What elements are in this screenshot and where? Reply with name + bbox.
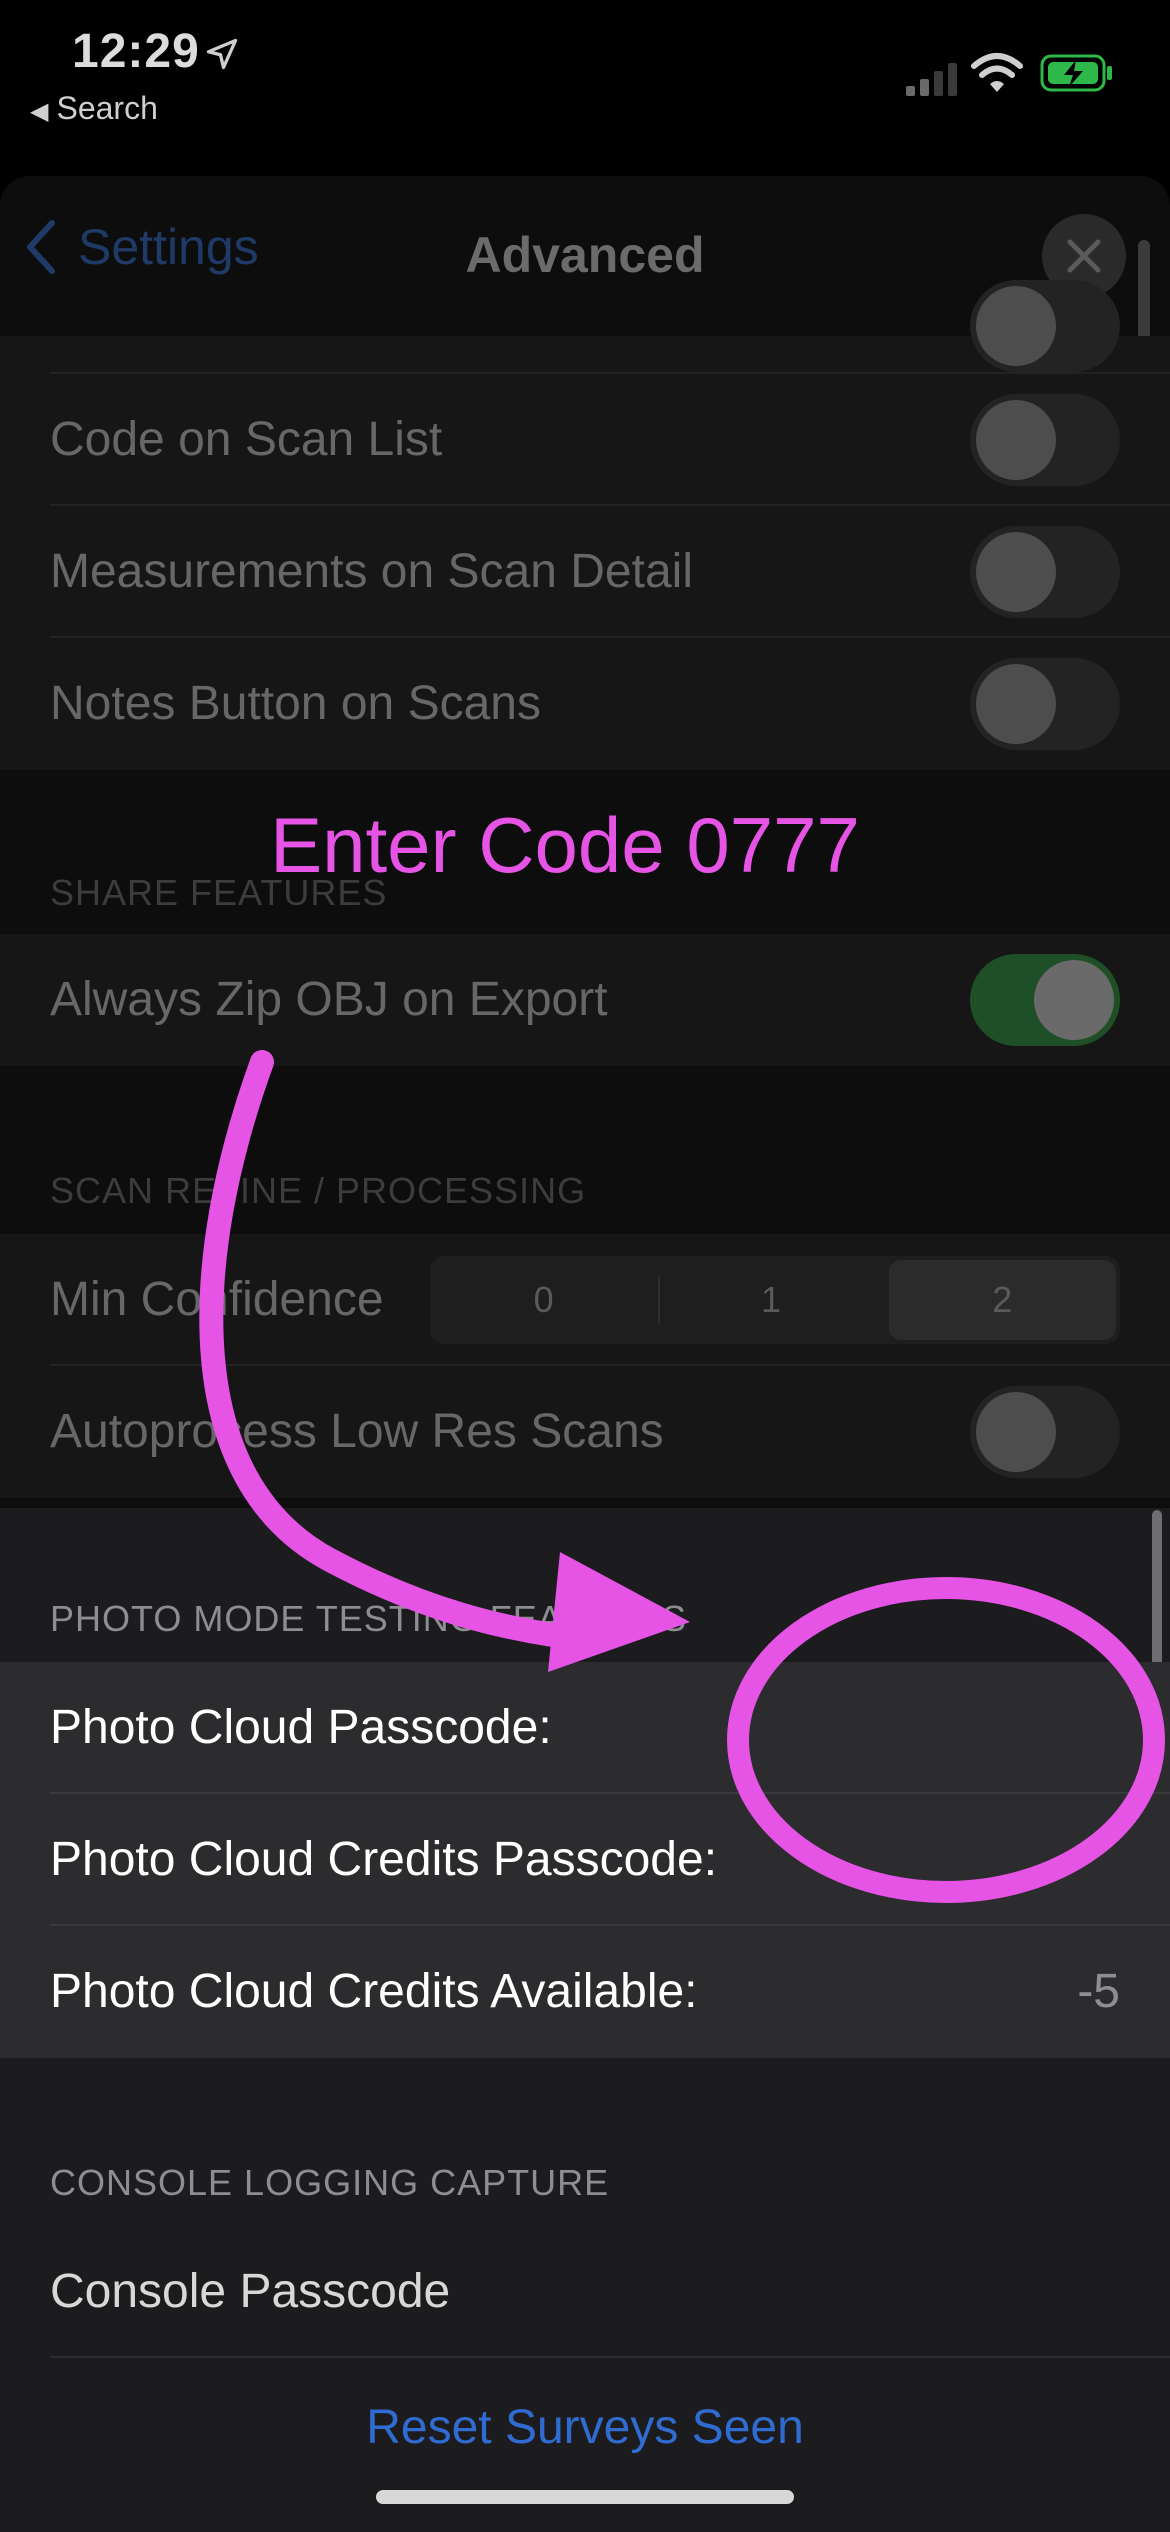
always-zip-obj-toggle[interactable] — [970, 954, 1120, 1046]
credits-available-value: -5 — [1077, 1965, 1120, 2018]
row-label: Code on Scan List — [50, 413, 443, 466]
section-header-photo-mode: PHOTO MODE TESTING FEATURES — [50, 1598, 688, 1639]
segment-2-selected[interactable]: 2 — [888, 1260, 1116, 1340]
section-header-scan-refine: SCAN REFINE / PROCESSING — [50, 1170, 587, 1211]
measurements-toggle[interactable] — [970, 526, 1120, 618]
row-label: Photo Cloud Credits Passcode: — [50, 1833, 718, 1886]
annotation-text: Enter Code 0777 — [270, 801, 860, 889]
back-triangle-icon: ◀ — [30, 98, 49, 125]
status-bar: 12:29 ◀ Search — [0, 0, 1170, 150]
page-title: Advanced — [465, 227, 705, 283]
row-label: Autoprocess Low Res Scans — [50, 1405, 664, 1458]
reset-surveys-seen-button[interactable]: Reset Surveys Seen — [0, 2400, 1170, 2455]
status-time: 12:29 — [72, 25, 200, 78]
row-photo-cloud-passcode[interactable]: Photo Cloud Passcode: — [0, 1662, 1170, 1794]
back-app-label: Search — [56, 90, 158, 126]
row-always-zip-obj: Always Zip OBJ on Export — [0, 934, 1170, 1066]
cellular-signal-icon — [906, 63, 957, 96]
row-console-passcode[interactable]: Console Passcode — [0, 2226, 1170, 2358]
row-label: Photo Cloud Passcode: — [50, 1701, 552, 1754]
segment-0[interactable]: 0 — [430, 1256, 657, 1344]
segment-1[interactable]: 1 — [657, 1256, 884, 1344]
segment-divider — [658, 1276, 660, 1324]
autoprocess-toggle[interactable] — [970, 1386, 1120, 1478]
close-icon — [1067, 239, 1101, 273]
row-label: Notes Button on Scans — [50, 677, 541, 730]
list-item-partial — [0, 280, 1170, 374]
row-code-on-scan-list: Code on Scan List — [0, 374, 1170, 506]
min-confidence-segmented-control: 0 1 2 — [430, 1256, 1120, 1344]
partial-toggle[interactable] — [970, 280, 1120, 372]
row-photo-cloud-credits-available: Photo Cloud Credits Available: -5 — [0, 1926, 1170, 2058]
notes-button-toggle[interactable] — [970, 658, 1120, 750]
row-notes-button-on-scans: Notes Button on Scans — [0, 638, 1170, 770]
row-label: Measurements on Scan Detail — [50, 545, 693, 598]
row-measurements-on-scan-detail: Measurements on Scan Detail — [0, 506, 1170, 638]
wifi-icon — [971, 53, 1023, 92]
row-label: Photo Cloud Credits Available: — [50, 1965, 698, 2018]
section-header-console-logging: CONSOLE LOGGING CAPTURE — [50, 2162, 610, 2203]
row-autoprocess-low-res: Autoprocess Low Res Scans — [0, 1366, 1170, 1498]
code-on-scan-list-toggle[interactable] — [970, 394, 1120, 486]
row-label: Min Confidence — [50, 1273, 384, 1326]
row-photo-cloud-credits-passcode[interactable]: Photo Cloud Credits Passcode: — [0, 1794, 1170, 1926]
row-label: Always Zip OBJ on Export — [50, 973, 608, 1026]
location-arrow-icon — [206, 38, 238, 70]
row-label: Console Passcode — [50, 2265, 451, 2318]
battery-charging-icon — [1040, 54, 1112, 92]
back-to-app-link[interactable]: ◀ Search — [30, 90, 158, 127]
home-indicator — [376, 2490, 794, 2504]
